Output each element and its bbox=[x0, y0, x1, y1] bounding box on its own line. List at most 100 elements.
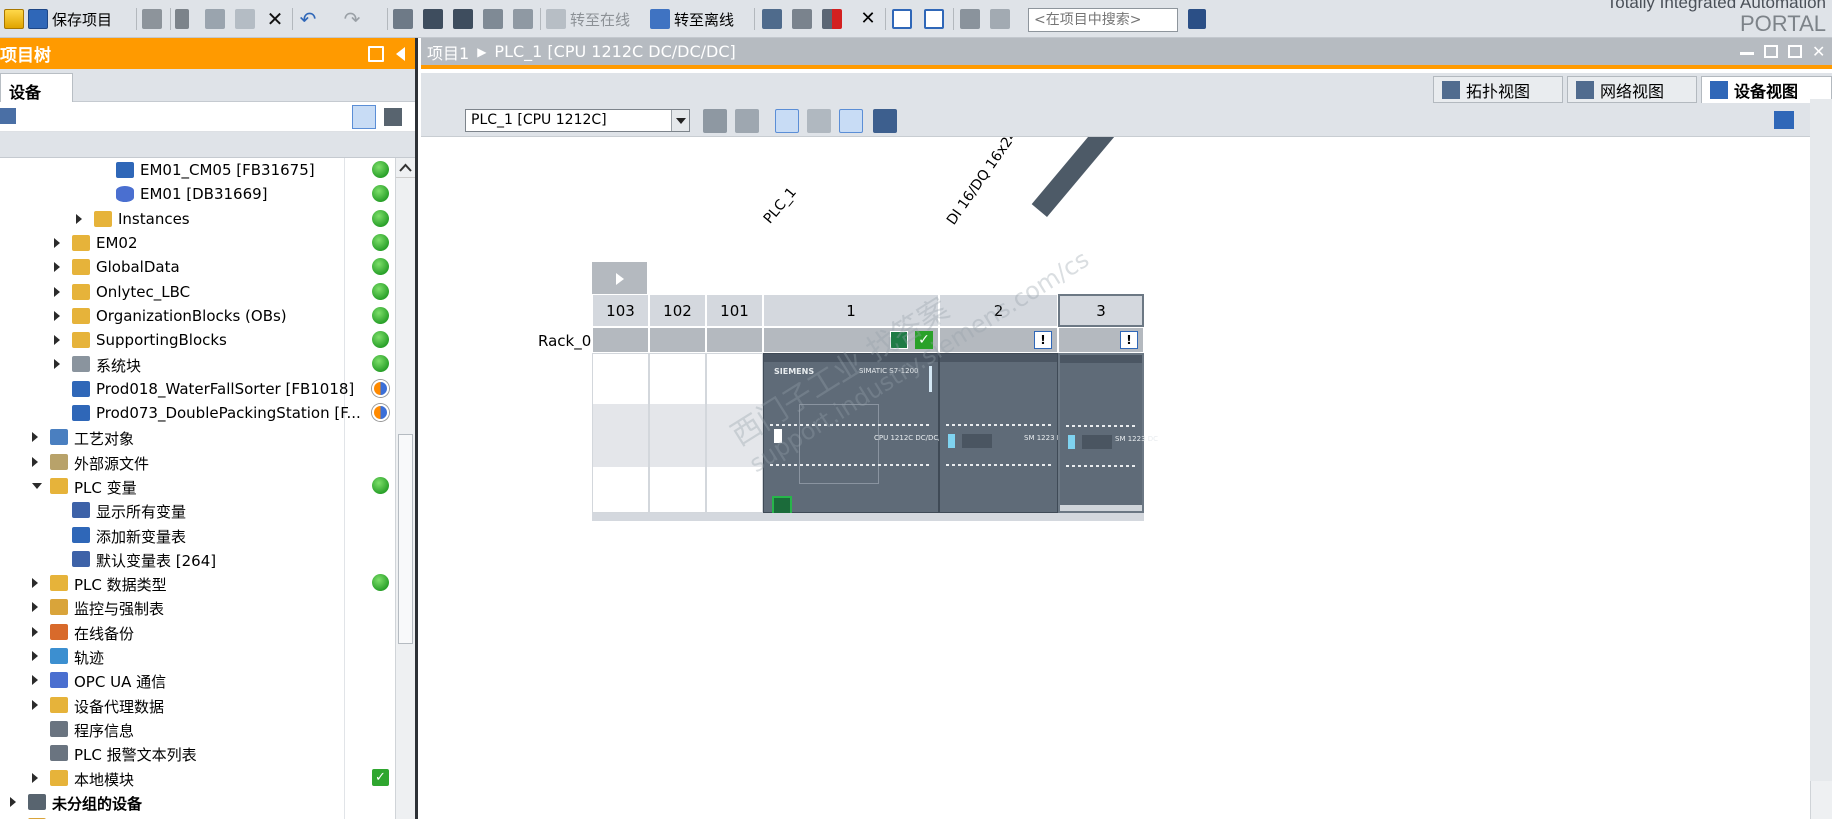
cpu-module[interactable]: SIEMENS SIMATIC S7-1200 CPU 1212C DC/DC/… bbox=[763, 353, 951, 516]
expand-arrow-icon[interactable] bbox=[32, 578, 38, 589]
zoom-icon[interactable] bbox=[873, 109, 897, 133]
restore-layout-button[interactable] bbox=[990, 6, 1010, 32]
split-vertical-button[interactable] bbox=[924, 6, 944, 32]
go-offline-button[interactable]: 转至离线 bbox=[650, 6, 734, 32]
task-cards-strip[interactable] bbox=[1810, 99, 1832, 781]
tree-item[interactable]: 本地模块 ✓ bbox=[0, 766, 395, 790]
start-simulation-button[interactable] bbox=[513, 6, 533, 32]
tree-item[interactable]: 安全设置 bbox=[0, 814, 395, 819]
split-editor-button[interactable] bbox=[393, 6, 413, 32]
save-project-button[interactable]: 保存项目 bbox=[28, 6, 112, 32]
device-select[interactable]: PLC_1 [CPU 1212C] bbox=[465, 109, 690, 132]
tree-item[interactable]: 工艺对象 bbox=[0, 425, 395, 449]
tree-item[interactable]: Onlytec_LBC bbox=[0, 280, 395, 304]
expand-arrow-icon[interactable] bbox=[32, 626, 38, 637]
new-project-button[interactable] bbox=[4, 6, 24, 32]
device-view-canvas[interactable]: PLC_1 DI 16/DQ 16x24VD... DI 8/DQ 8x24VD… bbox=[421, 137, 1810, 819]
stop-cpu-button[interactable] bbox=[822, 6, 842, 32]
expand-arrow-icon[interactable] bbox=[32, 651, 38, 661]
expand-arrow-icon[interactable] bbox=[54, 286, 60, 297]
expand-arrow-icon[interactable] bbox=[10, 796, 16, 807]
expand-arrow-icon[interactable] bbox=[76, 213, 82, 224]
tree-view-toggle-icon[interactable] bbox=[352, 105, 376, 129]
tree-item[interactable]: Prod018_WaterFallSorter [FB1018] bbox=[0, 377, 395, 401]
redo-button[interactable]: ↷ bbox=[342, 6, 362, 32]
tree-item[interactable]: PLC 报警文本列表 bbox=[0, 741, 395, 765]
expand-arrow-icon[interactable] bbox=[54, 237, 60, 248]
close-icon[interactable]: ✕ bbox=[1812, 44, 1826, 60]
cut-button[interactable] bbox=[175, 6, 189, 32]
page-break-icon[interactable] bbox=[839, 109, 863, 133]
print-button[interactable] bbox=[142, 6, 162, 32]
download-button[interactable] bbox=[423, 6, 443, 32]
tab-devices[interactable]: 设备 bbox=[0, 73, 73, 102]
start-cpu-button[interactable] bbox=[792, 6, 812, 32]
collapse-panel-icon[interactable] bbox=[396, 46, 405, 61]
show-module-names-icon[interactable] bbox=[735, 109, 759, 133]
add-device-icon[interactable] bbox=[0, 108, 16, 124]
chevron-down-icon[interactable] bbox=[671, 110, 689, 131]
breadcrumb-device[interactable]: PLC_1 [CPU 1212C DC/DC/DC] bbox=[494, 42, 735, 61]
tree-item[interactable]: 外部源文件 bbox=[0, 450, 395, 474]
device-properties-icon[interactable] bbox=[703, 109, 727, 133]
tree-item[interactable]: Prod073_DoublePackingStation [F... bbox=[0, 401, 395, 425]
tree-item[interactable]: OrganizationBlocks (OBs) bbox=[0, 304, 395, 328]
simulation-button[interactable] bbox=[483, 6, 503, 32]
expand-arrow-icon[interactable] bbox=[54, 310, 60, 321]
show-labels-icon[interactable] bbox=[775, 109, 799, 133]
tree-item[interactable]: 在线备份 bbox=[0, 620, 395, 644]
accessible-devices-button[interactable] bbox=[762, 6, 782, 32]
scroll-up-icon[interactable] bbox=[396, 158, 415, 178]
tree-item[interactable]: 默认变量表 [264] bbox=[0, 547, 395, 571]
expand-arrow-icon[interactable] bbox=[32, 772, 38, 783]
copy-button[interactable] bbox=[205, 6, 225, 32]
collapse-arrow-icon[interactable] bbox=[32, 482, 42, 489]
tree-item[interactable]: Instances bbox=[0, 207, 395, 231]
split-horizontal-button[interactable] bbox=[892, 6, 912, 32]
tab-network-view[interactable]: 网络视图 bbox=[1567, 76, 1697, 103]
grid-icon[interactable] bbox=[807, 109, 831, 133]
tab-topology-view[interactable]: 拓扑视图 bbox=[1433, 76, 1563, 103]
maximize-icon[interactable] bbox=[1788, 45, 1802, 58]
empty-slot-103[interactable] bbox=[592, 353, 649, 513]
tree-item[interactable]: EM02 bbox=[0, 231, 395, 255]
upload-button[interactable] bbox=[453, 6, 473, 32]
expand-arrow-icon[interactable] bbox=[54, 335, 60, 346]
expand-arrow-icon[interactable] bbox=[32, 699, 38, 710]
expand-arrow-icon[interactable] bbox=[54, 359, 60, 370]
tree-item[interactable]: 未分组的设备 bbox=[0, 790, 395, 814]
tree-item[interactable]: GlobalData bbox=[0, 255, 395, 279]
project-search-input[interactable] bbox=[1028, 8, 1178, 32]
expand-arrow-icon[interactable] bbox=[32, 432, 38, 443]
maximize-area-button[interactable] bbox=[960, 6, 980, 32]
signal-module-slot-2[interactable]: SM 1223 DC bbox=[939, 353, 1067, 513]
panel-layout-icon[interactable] bbox=[368, 45, 384, 62]
expand-arrow-icon[interactable] bbox=[32, 602, 38, 613]
signal-module-slot-3[interactable]: SM 1223 DC bbox=[1058, 353, 1158, 513]
expand-arrow-icon[interactable] bbox=[32, 456, 38, 467]
tree-item[interactable]: 显示所有变量 bbox=[0, 498, 395, 522]
tree-item[interactable]: 监控与强制表 bbox=[0, 595, 395, 619]
tree-settings-icon[interactable] bbox=[384, 108, 402, 126]
tree-item[interactable]: 程序信息 bbox=[0, 717, 395, 741]
go-online-button[interactable]: 转至在线 bbox=[546, 6, 630, 32]
undo-button[interactable]: ↶ bbox=[298, 6, 318, 32]
tree-item[interactable]: PLC 变量 bbox=[0, 474, 395, 498]
minimize-icon[interactable] bbox=[1740, 45, 1754, 55]
tree-item[interactable]: 添加新变量表 bbox=[0, 523, 395, 547]
search-button[interactable] bbox=[1188, 6, 1206, 32]
device-overview-toggle-icon[interactable] bbox=[429, 109, 453, 133]
delete-button[interactable]: ✕ bbox=[265, 6, 285, 32]
tree-item[interactable]: EM01 [DB31669] bbox=[0, 182, 395, 206]
empty-slot-102[interactable] bbox=[649, 353, 706, 513]
breadcrumb-project[interactable]: 项目1 bbox=[427, 40, 469, 64]
paste-button[interactable] bbox=[235, 6, 255, 32]
project-tree-scrollbar[interactable] bbox=[395, 158, 415, 819]
tree-item[interactable]: 轨迹 bbox=[0, 644, 395, 668]
tree-item[interactable]: 系统块 bbox=[0, 352, 395, 376]
tree-item[interactable]: OPC UA 通信 bbox=[0, 668, 395, 692]
tree-item[interactable]: EM01_CM05 [FB31675] bbox=[0, 158, 395, 182]
tree-item[interactable]: SupportingBlocks bbox=[0, 328, 395, 352]
tree-item[interactable]: 设备代理数据 bbox=[0, 693, 395, 717]
expand-arrow-icon[interactable] bbox=[54, 262, 60, 273]
